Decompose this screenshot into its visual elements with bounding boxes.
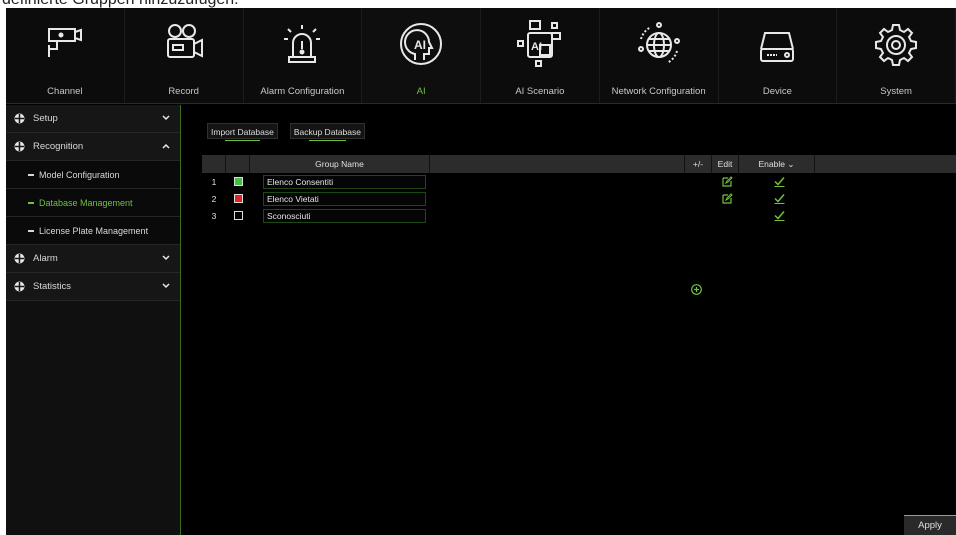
sidebar-sub-license-plate-management[interactable]: License Plate Management [6, 217, 180, 245]
row-color[interactable] [226, 211, 250, 220]
header-rest [815, 155, 956, 173]
menu-plus-icon [14, 113, 25, 124]
row-color[interactable] [226, 194, 250, 203]
nav-ai-label: AI [416, 86, 426, 97]
sidebar-item-alarm[interactable]: Alarm [6, 245, 180, 273]
header-group-name: Group Name [250, 155, 430, 173]
row-index: 1 [211, 176, 217, 187]
nav-network-configuration-label: Network Configuration [611, 86, 706, 97]
ai-scenario-icon: AI [509, 14, 571, 76]
apply-button[interactable]: Apply [904, 515, 956, 535]
nav-ai[interactable]: AI AI [362, 8, 481, 103]
menu-plus-icon [14, 253, 25, 264]
import-database-button[interactable]: Import Database [207, 123, 278, 141]
nav-channel[interactable]: Channel [6, 8, 125, 103]
nav-alarm-configuration-label: Alarm Configuration [260, 86, 345, 97]
nav-record-label: Record [168, 86, 199, 97]
nav-channel-label: Channel [47, 86, 83, 97]
edit-icon[interactable] [722, 193, 733, 204]
sidebar-item-recognition-label: Recognition [33, 141, 84, 152]
chevron-down-icon [162, 115, 170, 121]
nav-record[interactable]: Record [125, 8, 244, 103]
header-index [202, 155, 226, 173]
header-edit: Edit [712, 155, 739, 173]
nav-device[interactable]: Device [719, 8, 838, 103]
chevron-down-icon: ⌄ [787, 159, 795, 169]
row-index: 2 [211, 193, 217, 204]
menu-plus-icon [14, 141, 25, 152]
ai-head-icon: AI [390, 14, 452, 76]
table-row: 1 Elenco Consentiti [202, 173, 956, 190]
table-row: 3 Sconosciuti [202, 207, 956, 224]
database-toolbar: Import Database Backup Database [207, 123, 365, 141]
nav-ai-scenario-label: AI Scenario [515, 86, 565, 97]
dash-icon [28, 201, 34, 204]
row-index: 3 [211, 210, 217, 221]
header-enable[interactable]: Enable ⌄ [739, 155, 815, 173]
chevron-down-icon [162, 283, 170, 289]
nav-ai-scenario[interactable]: AI AI Scenario [481, 8, 600, 103]
hard-drive-icon [746, 14, 808, 76]
page-caption-fragment: definierte Gruppen hinzuzufügen. [0, 0, 956, 8]
edit-icon[interactable] [722, 176, 733, 187]
sidebar: Setup Recognition Model Configuration Da… [6, 105, 181, 535]
row-color[interactable] [226, 177, 250, 186]
nav-alarm-configuration[interactable]: Alarm Configuration [244, 8, 363, 103]
table-header: Group Name +/- Edit Enable ⌄ [202, 155, 956, 173]
globe-network-icon [628, 14, 690, 76]
group-name-field[interactable]: Elenco Vietati [263, 191, 426, 206]
chevron-up-icon [162, 143, 170, 149]
sidebar-item-statistics[interactable]: Statistics [6, 273, 180, 301]
sidebar-sub-model-configuration-label: Model Configuration [39, 169, 120, 180]
dash-icon [28, 229, 34, 232]
caption-text: definierte Gruppen hinzuzufügen. [2, 0, 239, 8]
sidebar-item-setup[interactable]: Setup [6, 105, 180, 133]
chevron-down-icon [162, 255, 170, 261]
sidebar-item-alarm-label: Alarm [33, 253, 58, 264]
sidebar-sub-database-management-label: Database Management [39, 197, 133, 208]
nav-system-label: System [880, 86, 912, 97]
camera-icon [34, 14, 96, 76]
menu-plus-icon [14, 281, 25, 292]
gear-icon [865, 14, 927, 76]
sidebar-item-setup-label: Setup [33, 113, 58, 124]
enable-checkbox-icon[interactable] [774, 176, 785, 187]
main-content: Import Database Backup Database Group Na… [182, 105, 956, 535]
nav-network-configuration[interactable]: Network Configuration [600, 8, 719, 103]
header-plus-minus: +/- [685, 155, 712, 173]
color-swatch [233, 194, 243, 203]
group-table: Group Name +/- Edit Enable ⌄ 1 Elenco Co… [202, 155, 956, 295]
backup-database-button[interactable]: Backup Database [289, 123, 365, 141]
header-spacer [430, 155, 685, 173]
nav-system[interactable]: System [837, 8, 956, 103]
nav-device-label: Device [762, 86, 792, 97]
add-group-icon[interactable] [691, 284, 702, 295]
sidebar-sub-model-configuration[interactable]: Model Configuration [6, 161, 180, 189]
sidebar-sub-database-management[interactable]: Database Management [6, 189, 180, 217]
sidebar-sub-license-plate-management-label: License Plate Management [39, 225, 149, 236]
header-enable-label: Enable [758, 159, 785, 169]
color-swatch [233, 211, 243, 220]
header-color [226, 155, 250, 173]
sidebar-item-statistics-label: Statistics [33, 281, 72, 292]
enable-checkbox-icon[interactable] [774, 210, 785, 221]
nav-divider [6, 103, 956, 104]
alarm-light-icon [271, 14, 333, 76]
group-name-field[interactable]: Elenco Consentiti [263, 174, 426, 189]
sidebar-item-recognition[interactable]: Recognition [6, 133, 180, 161]
table-row: 2 Elenco Vietati [202, 190, 956, 207]
video-camera-icon [153, 14, 215, 76]
dash-icon [28, 173, 34, 176]
top-navigation: Channel Record Alarm Configuration AI AI… [6, 8, 956, 103]
enable-checkbox-icon[interactable] [774, 193, 785, 204]
nvr-app: Channel Record Alarm Configuration AI AI… [6, 8, 956, 535]
color-swatch [233, 177, 243, 186]
group-name-field[interactable]: Sconosciuti [263, 208, 426, 223]
svg-text:AI: AI [414, 38, 426, 52]
